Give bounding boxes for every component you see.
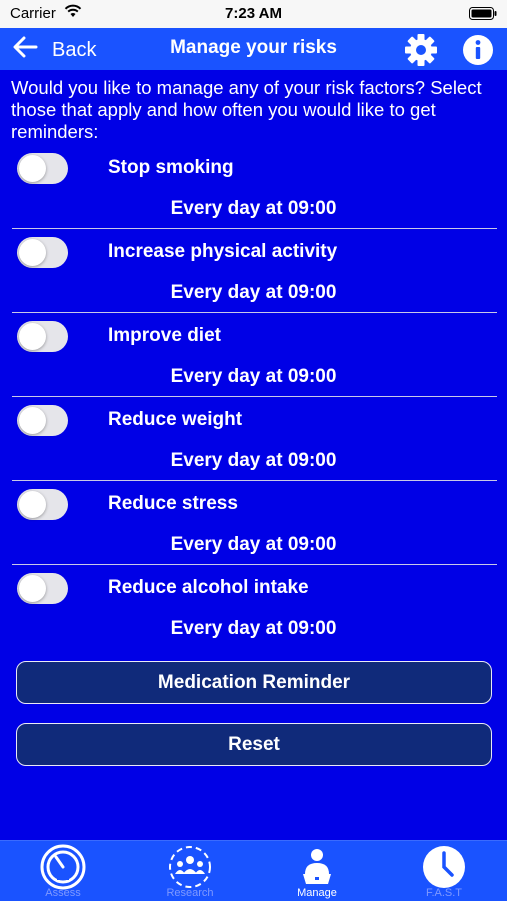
intro-text: Would you like to manage any of your ris… <box>11 77 482 142</box>
reduce-alcohol-toggle[interactable] <box>17 573 68 604</box>
risk-label: Improve diet <box>108 325 221 346</box>
toggle-knob <box>19 239 46 266</box>
tab-label: Manage <box>297 887 337 899</box>
toggle-knob <box>19 575 46 602</box>
battery-icon <box>469 7 497 24</box>
physical-activity-toggle[interactable] <box>17 237 68 268</box>
risk-row-stop-smoking: Stop smoking Every day at 09:00 <box>0 145 507 229</box>
risk-row-reduce-alcohol: Reduce alcohol intake Every day at 09:00 <box>0 565 507 649</box>
gauge-icon <box>40 844 86 890</box>
toggle-knob <box>19 407 46 434</box>
people-icon <box>167 844 213 890</box>
tab-label: Research <box>166 887 214 899</box>
tab-fast[interactable]: F.A.S.T <box>381 841 507 901</box>
toggle-knob <box>19 323 46 350</box>
tab-manage[interactable]: Manage <box>254 841 380 901</box>
reset-button[interactable]: Reset <box>16 723 492 766</box>
tab-research[interactable]: Research <box>127 841 253 901</box>
info-icon[interactable] <box>461 33 495 72</box>
status-time: 7:23 AM <box>225 5 282 22</box>
risk-row-physical-activity: Increase physical activity Every day at … <box>0 229 507 313</box>
reminder-frequency[interactable]: Every day at 09:00 <box>0 618 507 640</box>
stop-smoking-toggle[interactable] <box>17 153 68 184</box>
tab-label: Assess <box>45 887 81 899</box>
risk-label: Reduce stress <box>108 493 238 514</box>
toggle-knob <box>19 155 46 182</box>
reminder-frequency[interactable]: Every day at 09:00 <box>0 198 507 220</box>
toggle-knob <box>19 491 46 518</box>
improve-diet-toggle[interactable] <box>17 321 68 352</box>
status-bar: Carrier 7:23 AM <box>0 0 507 28</box>
tab-assess[interactable]: Assess <box>0 841 126 901</box>
risk-label: Reduce weight <box>108 409 243 430</box>
clock-icon <box>421 844 467 890</box>
risk-row-reduce-stress: Reduce stress Every day at 09:00 <box>0 481 507 565</box>
reminder-frequency[interactable]: Every day at 09:00 <box>0 450 507 472</box>
risk-label: Stop smoking <box>108 157 234 178</box>
gear-icon[interactable] <box>404 33 438 72</box>
risk-label: Reduce alcohol intake <box>108 577 309 598</box>
risk-label: Increase physical activity <box>108 241 338 262</box>
risk-row-reduce-weight: Reduce weight Every day at 09:00 <box>0 397 507 481</box>
person-laptop-icon <box>294 844 340 890</box>
risk-list: Stop smoking Every day at 09:00 Increase… <box>0 145 507 649</box>
reduce-stress-toggle[interactable] <box>17 489 68 520</box>
reminder-frequency[interactable]: Every day at 09:00 <box>0 366 507 388</box>
tab-bar: Assess Research Manage F.A.S.T <box>0 840 507 901</box>
risk-row-improve-diet: Improve diet Every day at 09:00 <box>0 313 507 397</box>
tab-label: F.A.S.T <box>425 887 463 899</box>
reminder-frequency[interactable]: Every day at 09:00 <box>0 534 507 556</box>
reminder-frequency[interactable]: Every day at 09:00 <box>0 282 507 304</box>
reduce-weight-toggle[interactable] <box>17 405 68 436</box>
medication-reminder-button[interactable]: Medication Reminder <box>16 661 492 704</box>
navigation-bar: Back Manage your risks <box>0 28 507 70</box>
